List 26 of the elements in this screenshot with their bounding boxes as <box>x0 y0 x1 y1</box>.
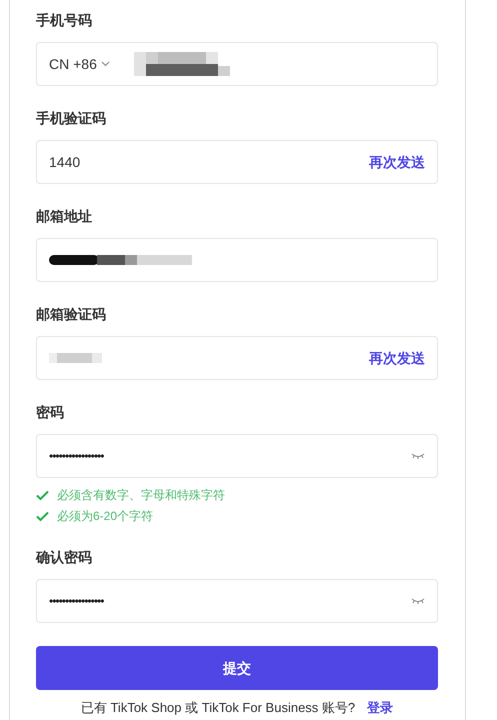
input-field[interactable] <box>36 238 438 282</box>
field-label: 邮箱验证码 <box>36 305 107 324</box>
field-label: 确认密码 <box>36 548 93 567</box>
field-label: 手机号码 <box>36 11 93 30</box>
password-field[interactable]: ••••••••••••••••• <box>36 434 438 478</box>
field-label: 密码 <box>36 403 65 422</box>
login-link[interactable]: 登录 <box>367 698 394 718</box>
submit-button[interactable]: 提交 <box>36 646 438 690</box>
password-value: ••••••••••••••••• <box>49 448 104 465</box>
resend-link[interactable]: 再次发送 <box>369 152 425 172</box>
country-code-select[interactable]: CN +86 <box>49 54 110 74</box>
eye-closed-icon[interactable] <box>411 452 425 460</box>
input-field[interactable]: CN +86 <box>36 42 438 86</box>
password-field[interactable]: ••••••••••••••••• <box>36 579 438 623</box>
password-value: ••••••••••••••••• <box>49 593 104 610</box>
resend-link[interactable]: 再次发送 <box>369 348 425 368</box>
footer-text: 已有 TikTok Shop 或 TikTok For Business 账号? <box>80 699 356 717</box>
input-field[interactable]: 1440 再次发送 <box>36 140 438 184</box>
field-value: 1440 <box>49 152 80 172</box>
field-label: 邮箱地址 <box>36 207 93 226</box>
password-rule: 必须含有数字、字母和特殊字符 <box>57 487 225 504</box>
input-field[interactable]: 再次发送 <box>36 336 438 380</box>
eye-closed-icon[interactable] <box>411 597 425 605</box>
field-label: 手机验证码 <box>36 109 107 128</box>
password-rule: 必须为6-20个字符 <box>57 508 154 525</box>
chevron-down-icon <box>100 61 110 67</box>
